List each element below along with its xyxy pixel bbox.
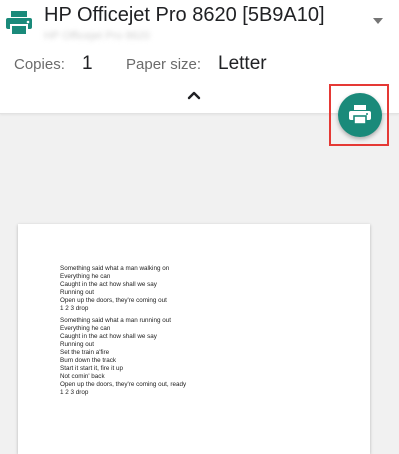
preview-line: Running out bbox=[60, 288, 94, 296]
preview-line: Something said what a man running out bbox=[60, 317, 171, 325]
preview-text: Something said what a man walking on Ever… bbox=[60, 265, 186, 402]
print-preview-page: Something said what a man walking on Ever… bbox=[18, 224, 370, 454]
preview-line: Set the train a'fire bbox=[60, 349, 110, 357]
printer-icon bbox=[6, 11, 32, 36]
preview-line: Caught in the act how shall we say bbox=[60, 333, 157, 341]
preview-line: Start it start it, fire it up bbox=[60, 364, 123, 372]
preview-line: Everything he can bbox=[60, 272, 111, 280]
preview-paragraph: Something said what a man running out Eve… bbox=[60, 317, 186, 396]
copies-value[interactable]: 1 bbox=[82, 53, 93, 75]
preview-line: Open up the doors, they're coming out bbox=[60, 296, 167, 304]
paper-size-label: Paper size: bbox=[126, 56, 202, 73]
printer-name[interactable]: HP Officejet Pro 8620 [5B9A10] bbox=[44, 4, 325, 27]
preview-paragraph: Something said what a man walking on Ever… bbox=[60, 265, 186, 312]
chevron-up-icon[interactable] bbox=[186, 89, 202, 101]
preview-line: Caught in the act how shall we say bbox=[60, 280, 157, 288]
preview-line: Everything he can bbox=[60, 325, 111, 333]
preview-line: Burn down the track bbox=[60, 356, 117, 364]
preview-line: Not comin' back bbox=[60, 372, 105, 380]
printer-subtitle: HP Officejet Pro 8620 bbox=[44, 30, 150, 42]
copies-label: Copies: bbox=[14, 56, 65, 73]
preview-line: Open up the doors, they're coming out, r… bbox=[60, 380, 187, 388]
preview-line: Something said what a man walking on bbox=[60, 265, 170, 272]
dropdown-arrow-icon[interactable] bbox=[370, 16, 386, 26]
preview-line: 1 2 3 drop bbox=[60, 388, 89, 396]
print-button[interactable] bbox=[338, 93, 382, 137]
paper-size-value[interactable]: Letter bbox=[218, 53, 267, 75]
preview-line: Running out bbox=[60, 341, 94, 349]
preview-line: 1 2 3 drop bbox=[60, 304, 89, 312]
print-icon bbox=[349, 105, 371, 125]
